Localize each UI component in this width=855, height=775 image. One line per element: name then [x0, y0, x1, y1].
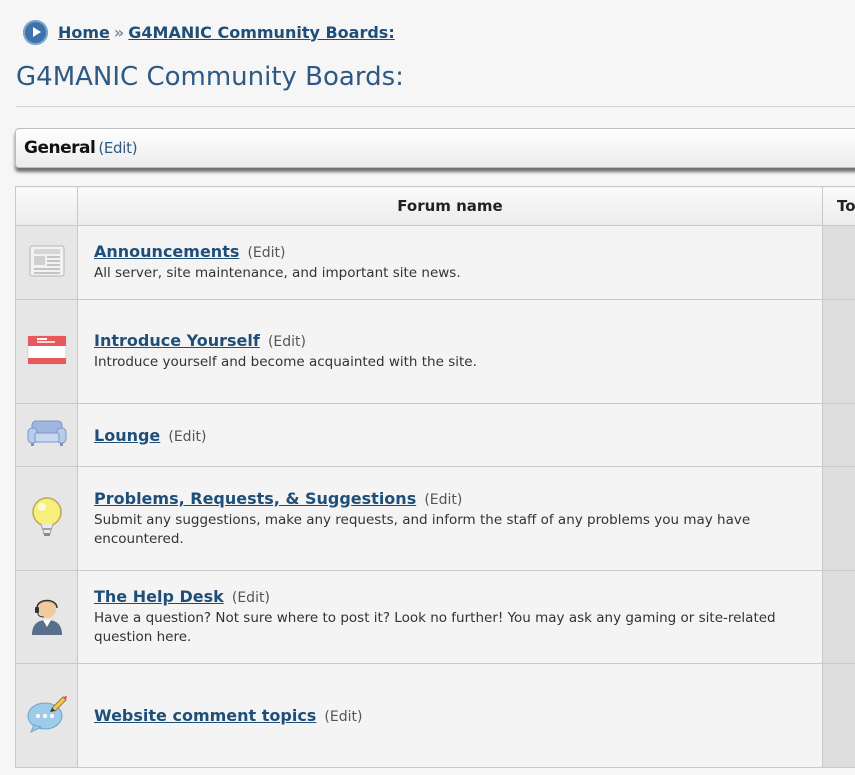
forum-edit-link[interactable]: (Edit) — [168, 429, 206, 445]
breadcrumb-current-link[interactable]: G4MANIC Community Boards: — [128, 23, 394, 42]
breadcrumb-separator: » — [113, 22, 125, 42]
forum-row-announcements: Announcements (Edit) All server, site ma… — [15, 225, 855, 300]
forum-edit-link[interactable]: (Edit) — [247, 245, 285, 261]
forum-edit-link[interactable]: (Edit) — [268, 334, 306, 350]
forum-row-problems-requests-suggestions: Problems, Requests, & Suggestions (Edit)… — [15, 466, 855, 571]
breadcrumb: Home » G4MANIC Community Boards: — [23, 19, 395, 45]
forum-link-announcements[interactable]: Announcements — [94, 242, 239, 261]
comment-bubble-icon — [26, 694, 68, 738]
forum-row-lounge: Lounge (Edit) — [15, 403, 855, 467]
forum-row-website-comment-topics: Website comment topics (Edit) — [15, 663, 855, 768]
forum-edit-link[interactable]: (Edit) — [324, 709, 362, 725]
page-title: G4MANIC Community Boards: — [16, 62, 404, 92]
newspaper-icon — [29, 245, 65, 281]
title-divider — [16, 106, 855, 107]
forum-link-help-desk[interactable]: The Help Desk — [94, 587, 224, 606]
help-agent-icon — [28, 594, 66, 640]
forum-row-introduce-yourself: Introduce Yourself (Edit) Introduce your… — [15, 299, 855, 404]
forum-description: Submit any suggestions, make any request… — [94, 511, 751, 547]
forum-link-introduce-yourself[interactable]: Introduce Yourself — [94, 331, 260, 350]
topics-cell — [822, 466, 855, 571]
forum-description: Introduce yourself and become acquainted… — [94, 354, 477, 370]
play-arrow-icon — [23, 19, 48, 45]
topics-cell — [822, 403, 855, 467]
breadcrumb-home-link[interactable]: Home — [58, 23, 110, 42]
topics-cell — [822, 663, 855, 768]
table-header-row: Forum name To — [15, 186, 855, 226]
category-name: General — [24, 138, 96, 158]
lightbulb-icon — [30, 496, 64, 542]
couch-icon — [27, 419, 67, 451]
topics-cell — [822, 299, 855, 404]
forum-edit-link[interactable]: (Edit) — [424, 492, 462, 508]
topics-cell — [822, 570, 855, 664]
forum-table: Forum name To Announcements (Edit) All s… — [15, 186, 855, 768]
category-header: General (Edit) — [15, 128, 855, 168]
icon-column-header — [15, 186, 78, 226]
forum-link-problems-requests-suggestions[interactable]: Problems, Requests, & Suggestions — [94, 489, 416, 508]
topics-cell — [822, 225, 855, 300]
name-tag-icon — [27, 335, 67, 369]
forum-link-website-comment-topics[interactable]: Website comment topics — [94, 706, 316, 725]
forum-name-column-header[interactable]: Forum name — [77, 186, 823, 226]
forum-description: All server, site maintenance, and import… — [94, 265, 461, 281]
forum-edit-link[interactable]: (Edit) — [232, 590, 270, 606]
topics-column-header[interactable]: To — [822, 186, 855, 226]
category-edit-link[interactable]: (Edit) — [98, 139, 137, 157]
forum-row-help-desk: The Help Desk (Edit) Have a question? No… — [15, 570, 855, 664]
forum-description: Have a question? Not sure where to post … — [94, 610, 776, 645]
forum-link-lounge[interactable]: Lounge — [94, 426, 160, 445]
